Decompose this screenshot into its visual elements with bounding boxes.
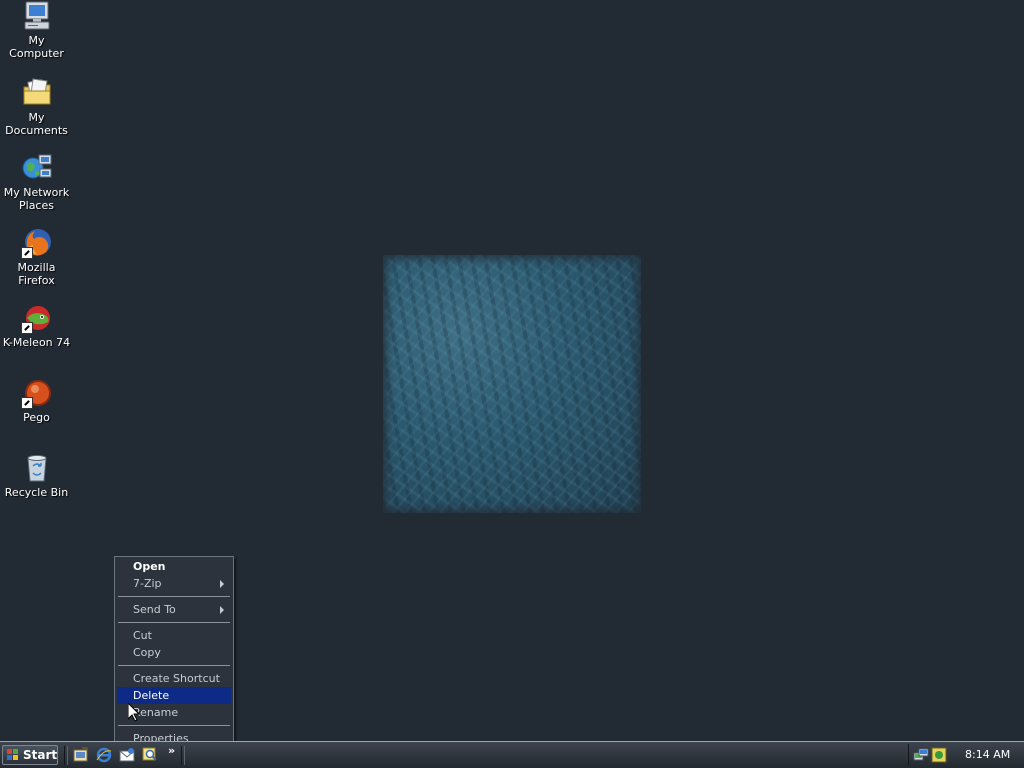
submenu-arrow-icon xyxy=(220,580,224,588)
menu-separator xyxy=(118,622,230,623)
system-tray: 8:14 AM xyxy=(908,744,1023,766)
internet-explorer-icon[interactable] xyxy=(96,747,112,763)
start-label: Start xyxy=(23,748,58,762)
menu-separator xyxy=(118,596,230,597)
desktop-icon-mozilla-firefox[interactable]: Mozilla Firefox xyxy=(0,227,73,287)
wallpaper-image xyxy=(383,255,641,513)
desktop-icon-my-network-places[interactable]: My Network Places xyxy=(0,152,73,212)
desktop-icon-my-documents[interactable]: My Documents xyxy=(0,77,73,137)
desktop-icon-label: Mozilla Firefox xyxy=(17,261,56,287)
taskbar-separator xyxy=(181,746,185,765)
shortcut-arrow-icon xyxy=(20,397,33,409)
menu-item-label: Send To xyxy=(133,603,176,616)
menu-item-7zip[interactable]: 7-Zip xyxy=(117,575,231,592)
menu-item-copy[interactable]: Copy xyxy=(117,644,231,661)
desktop-icon-pego[interactable]: Pego xyxy=(0,377,73,424)
pego-icon xyxy=(20,377,53,409)
taskbar-separator xyxy=(64,746,68,765)
desktop[interactable]: My Computer My Documents My Network Plac… xyxy=(0,0,1024,749)
mouse-cursor-icon xyxy=(128,703,140,722)
show-desktop-icon[interactable] xyxy=(73,747,89,763)
email-client-icon[interactable] xyxy=(119,747,135,763)
desktop-icon-recycle-bin[interactable]: Recycle Bin xyxy=(0,452,73,499)
windows-flag-icon xyxy=(7,749,18,760)
menu-item-label: 7-Zip xyxy=(133,577,162,590)
desktop-icon-my-computer[interactable]: My Computer xyxy=(0,0,73,60)
tray-app-icon[interactable] xyxy=(931,747,947,763)
search-magnifier-icon[interactable] xyxy=(142,747,158,763)
taskbar-clock[interactable]: 8:14 AM xyxy=(965,748,1010,761)
menu-item-send-to[interactable]: Send To xyxy=(117,601,231,618)
folder-icon xyxy=(21,77,53,109)
start-button[interactable]: Start xyxy=(2,745,58,765)
recycle-bin-icon xyxy=(21,452,53,484)
quick-launch-more-button[interactable]: » xyxy=(168,744,175,757)
network-globe-icon xyxy=(21,152,53,184)
shortcut-arrow-icon xyxy=(20,247,33,259)
taskbar: Start » 8:14 AM xyxy=(0,741,1024,768)
shortcut-arrow-icon xyxy=(20,322,33,334)
desktop-icon-label: K-Meleon 74 xyxy=(2,336,71,349)
k-meleon-icon xyxy=(20,302,53,334)
menu-item-create-shortcut[interactable]: Create Shortcut xyxy=(117,670,231,687)
desktop-icon-label: Pego xyxy=(23,411,50,424)
desktop-icon-label: My Network Places xyxy=(3,186,70,212)
submenu-arrow-icon xyxy=(220,606,224,614)
desktop-icon-k-meleon[interactable]: K-Meleon 74 xyxy=(0,302,73,349)
menu-separator xyxy=(118,725,230,726)
firefox-icon xyxy=(20,227,53,259)
desktop-icon-label: Recycle Bin xyxy=(4,486,69,499)
menu-item-delete[interactable]: Delete xyxy=(117,687,231,704)
menu-separator xyxy=(118,665,230,666)
menu-item-open[interactable]: Open xyxy=(117,558,231,575)
desktop-icon-label: My Documents xyxy=(5,111,68,137)
network-connection-icon[interactable] xyxy=(913,747,929,763)
desktop-icon-label: My Computer xyxy=(9,34,64,60)
menu-item-cut[interactable]: Cut xyxy=(117,627,231,644)
computer-icon xyxy=(21,0,53,32)
